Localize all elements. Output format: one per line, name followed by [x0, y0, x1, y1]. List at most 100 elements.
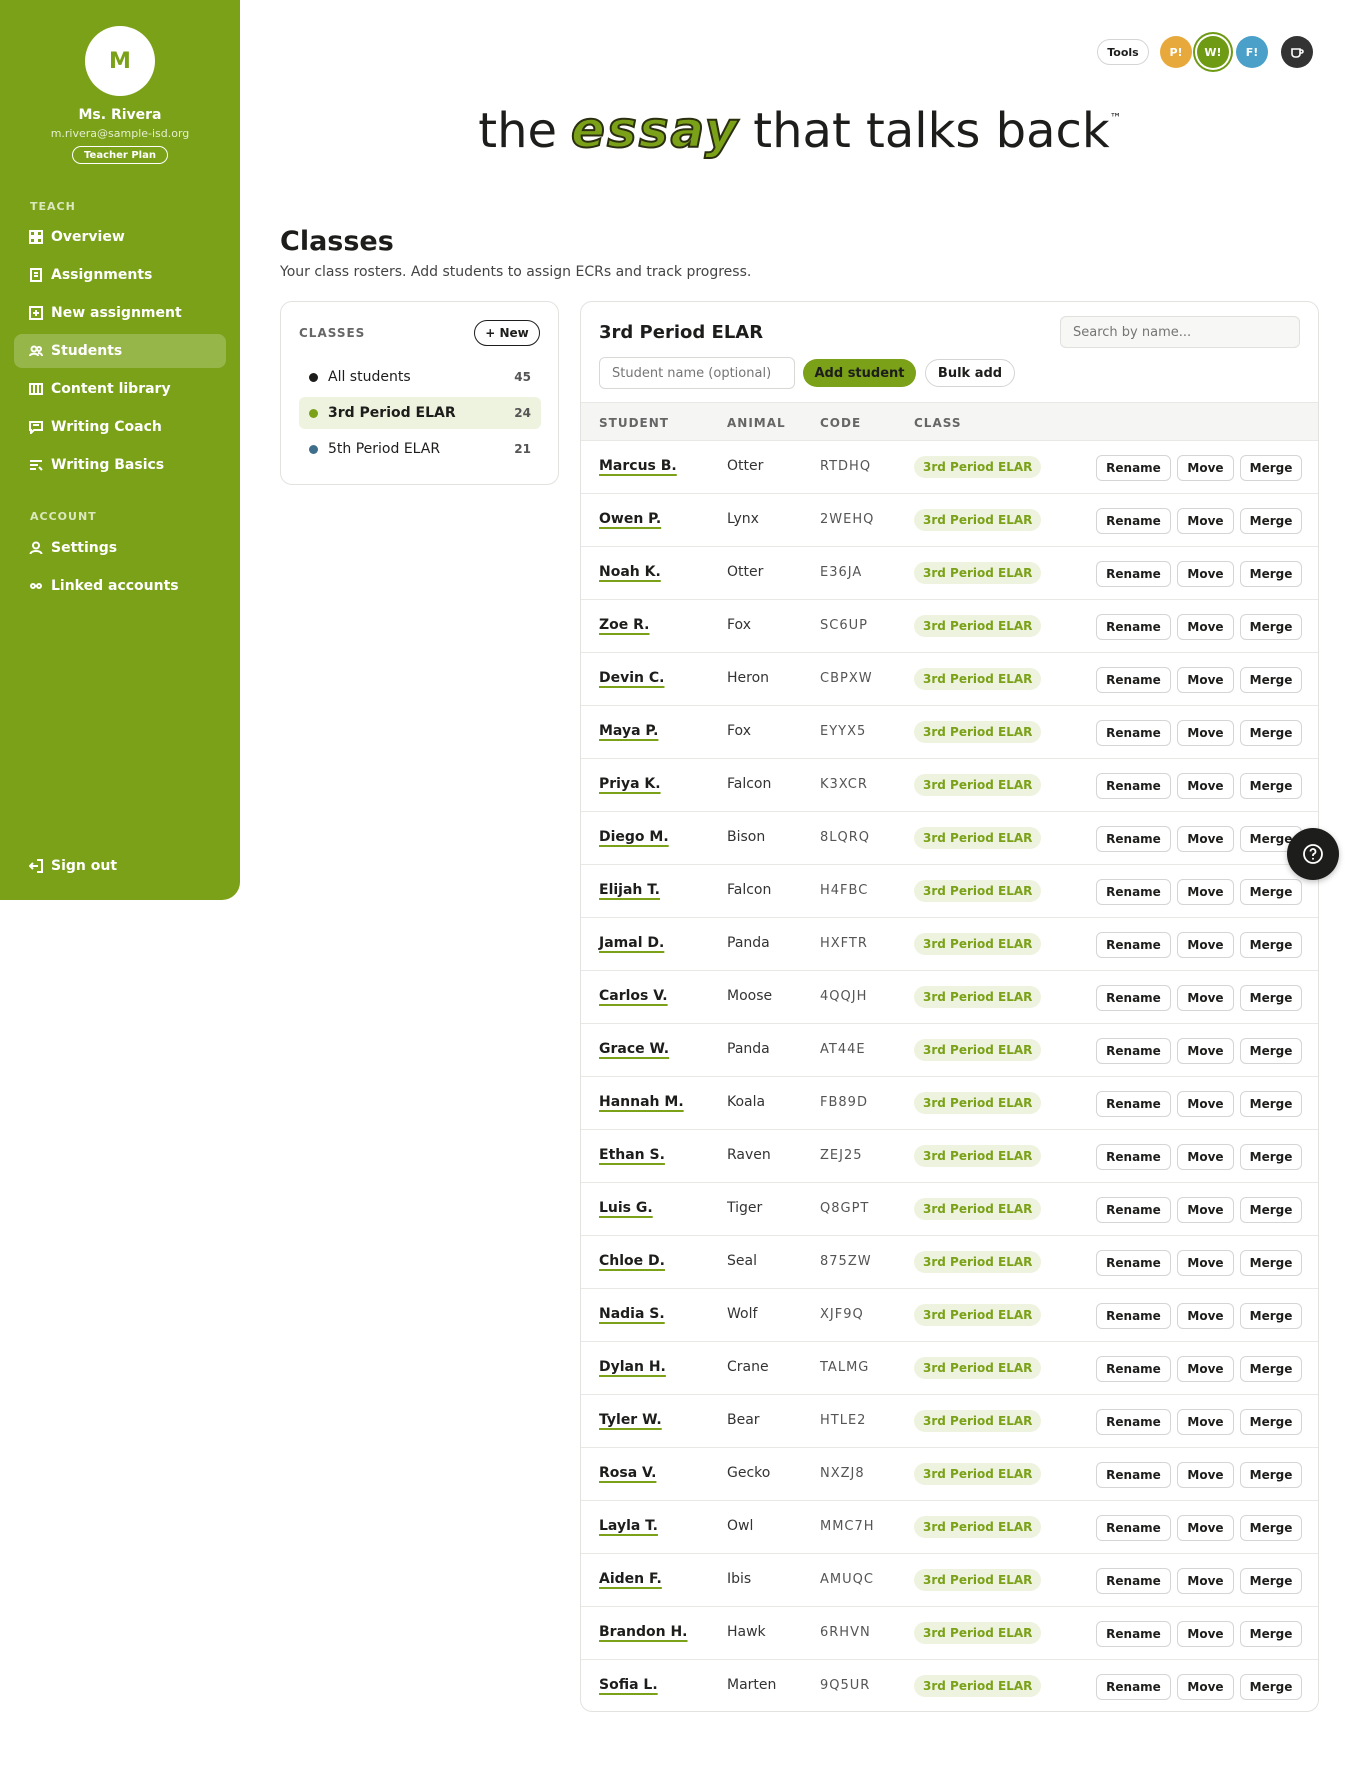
move-button[interactable]: Move	[1177, 1568, 1234, 1594]
rename-button[interactable]: Rename	[1096, 1038, 1171, 1064]
rename-button[interactable]: Rename	[1096, 1091, 1171, 1117]
class-item-5th-period[interactable]: 5th Period ELAR 21	[299, 433, 541, 465]
move-button[interactable]: Move	[1177, 1409, 1234, 1435]
p-app-button[interactable]: P!	[1160, 36, 1192, 68]
merge-button[interactable]: Merge	[1240, 1462, 1302, 1488]
rename-button[interactable]: Rename	[1096, 1197, 1171, 1223]
sidebar-item-assignments[interactable]: Assignments	[14, 258, 226, 292]
student-name-link[interactable]: Carlos V.	[599, 988, 668, 1004]
student-name-link[interactable]: Layla T.	[599, 1518, 658, 1534]
move-button[interactable]: Move	[1177, 826, 1234, 852]
rename-button[interactable]: Rename	[1096, 985, 1171, 1011]
merge-button[interactable]: Merge	[1240, 1144, 1302, 1170]
move-button[interactable]: Move	[1177, 667, 1234, 693]
rename-button[interactable]: Rename	[1096, 455, 1171, 481]
student-name-link[interactable]: Tyler W.	[599, 1412, 662, 1428]
merge-button[interactable]: Merge	[1240, 1515, 1302, 1541]
merge-button[interactable]: Merge	[1240, 561, 1302, 587]
move-button[interactable]: Move	[1177, 614, 1234, 640]
merge-button[interactable]: Merge	[1240, 1197, 1302, 1223]
merge-button[interactable]: Merge	[1240, 773, 1302, 799]
move-button[interactable]: Move	[1177, 508, 1234, 534]
student-name-link[interactable]: Ethan S.	[599, 1147, 665, 1163]
move-button[interactable]: Move	[1177, 1462, 1234, 1488]
rename-button[interactable]: Rename	[1096, 1568, 1171, 1594]
add-student-button[interactable]: Add student	[803, 359, 916, 387]
merge-button[interactable]: Merge	[1240, 985, 1302, 1011]
sidebar-item-new-assignment[interactable]: New assignment	[14, 296, 226, 330]
student-name-link[interactable]: Hannah M.	[599, 1094, 684, 1110]
sidebar-item-linked-accounts[interactable]: Linked accounts	[14, 569, 226, 603]
merge-button[interactable]: Merge	[1240, 1621, 1302, 1647]
student-name-link[interactable]: Aiden F.	[599, 1571, 662, 1587]
rename-button[interactable]: Rename	[1096, 879, 1171, 905]
rename-button[interactable]: Rename	[1096, 561, 1171, 587]
bulk-add-button[interactable]: Bulk add	[925, 359, 1015, 387]
new-class-button[interactable]: + New	[474, 320, 540, 346]
help-button[interactable]	[1287, 828, 1339, 880]
merge-button[interactable]: Merge	[1240, 1091, 1302, 1117]
rename-button[interactable]: Rename	[1096, 720, 1171, 746]
move-button[interactable]: Move	[1177, 1091, 1234, 1117]
w-app-button[interactable]: W!	[1197, 36, 1229, 68]
move-button[interactable]: Move	[1177, 1356, 1234, 1382]
student-name-link[interactable]: Chloe D.	[599, 1253, 665, 1269]
sidebar-item-settings[interactable]: Settings	[14, 531, 226, 565]
student-name-link[interactable]: Diego M.	[599, 829, 669, 845]
move-button[interactable]: Move	[1177, 720, 1234, 746]
avatar[interactable]: M	[85, 26, 155, 96]
move-button[interactable]: Move	[1177, 561, 1234, 587]
merge-button[interactable]: Merge	[1240, 1568, 1302, 1594]
merge-button[interactable]: Merge	[1240, 508, 1302, 534]
move-button[interactable]: Move	[1177, 1250, 1234, 1276]
merge-button[interactable]: Merge	[1240, 932, 1302, 958]
f-app-button[interactable]: F!	[1236, 36, 1268, 68]
merge-button[interactable]: Merge	[1240, 1038, 1302, 1064]
move-button[interactable]: Move	[1177, 985, 1234, 1011]
merge-button[interactable]: Merge	[1240, 455, 1302, 481]
student-name-link[interactable]: Elijah T.	[599, 882, 660, 898]
student-name-link[interactable]: Maya P.	[599, 723, 658, 739]
move-button[interactable]: Move	[1177, 1303, 1234, 1329]
student-name-link[interactable]: Noah K.	[599, 564, 661, 580]
sign-out-button[interactable]: Sign out	[14, 849, 226, 883]
rename-button[interactable]: Rename	[1096, 773, 1171, 799]
student-name-link[interactable]: Nadia S.	[599, 1306, 665, 1322]
merge-button[interactable]: Merge	[1240, 879, 1302, 905]
student-name-link[interactable]: Sofia L.	[599, 1677, 658, 1693]
student-name-link[interactable]: Brandon H.	[599, 1624, 688, 1640]
rename-button[interactable]: Rename	[1096, 667, 1171, 693]
class-item-3rd-period[interactable]: 3rd Period ELAR 24	[299, 397, 541, 429]
merge-button[interactable]: Merge	[1240, 667, 1302, 693]
rename-button[interactable]: Rename	[1096, 1303, 1171, 1329]
move-button[interactable]: Move	[1177, 932, 1234, 958]
move-button[interactable]: Move	[1177, 879, 1234, 905]
rename-button[interactable]: Rename	[1096, 826, 1171, 852]
class-item-all-students[interactable]: All students 45	[299, 361, 541, 393]
merge-button[interactable]: Merge	[1240, 1409, 1302, 1435]
rename-button[interactable]: Rename	[1096, 1674, 1171, 1700]
move-button[interactable]: Move	[1177, 1515, 1234, 1541]
coffee-button[interactable]	[1281, 36, 1313, 68]
merge-button[interactable]: Merge	[1240, 1303, 1302, 1329]
sidebar-item-overview[interactable]: Overview	[14, 220, 226, 254]
student-name-link[interactable]: Zoe R.	[599, 617, 650, 633]
student-name-input[interactable]	[599, 357, 795, 389]
student-name-link[interactable]: Rosa V.	[599, 1465, 656, 1481]
rename-button[interactable]: Rename	[1096, 1356, 1171, 1382]
student-name-link[interactable]: Grace W.	[599, 1041, 669, 1057]
merge-button[interactable]: Merge	[1240, 1674, 1302, 1700]
rename-button[interactable]: Rename	[1096, 508, 1171, 534]
rename-button[interactable]: Rename	[1096, 1250, 1171, 1276]
move-button[interactable]: Move	[1177, 1674, 1234, 1700]
rename-button[interactable]: Rename	[1096, 1515, 1171, 1541]
merge-button[interactable]: Merge	[1240, 1250, 1302, 1276]
rename-button[interactable]: Rename	[1096, 1144, 1171, 1170]
student-name-link[interactable]: Devin C.	[599, 670, 664, 686]
move-button[interactable]: Move	[1177, 455, 1234, 481]
student-name-link[interactable]: Marcus B.	[599, 458, 677, 474]
move-button[interactable]: Move	[1177, 1144, 1234, 1170]
sidebar-item-students[interactable]: Students	[14, 334, 226, 368]
student-name-link[interactable]: Owen P.	[599, 511, 661, 527]
student-name-link[interactable]: Dylan H.	[599, 1359, 666, 1375]
